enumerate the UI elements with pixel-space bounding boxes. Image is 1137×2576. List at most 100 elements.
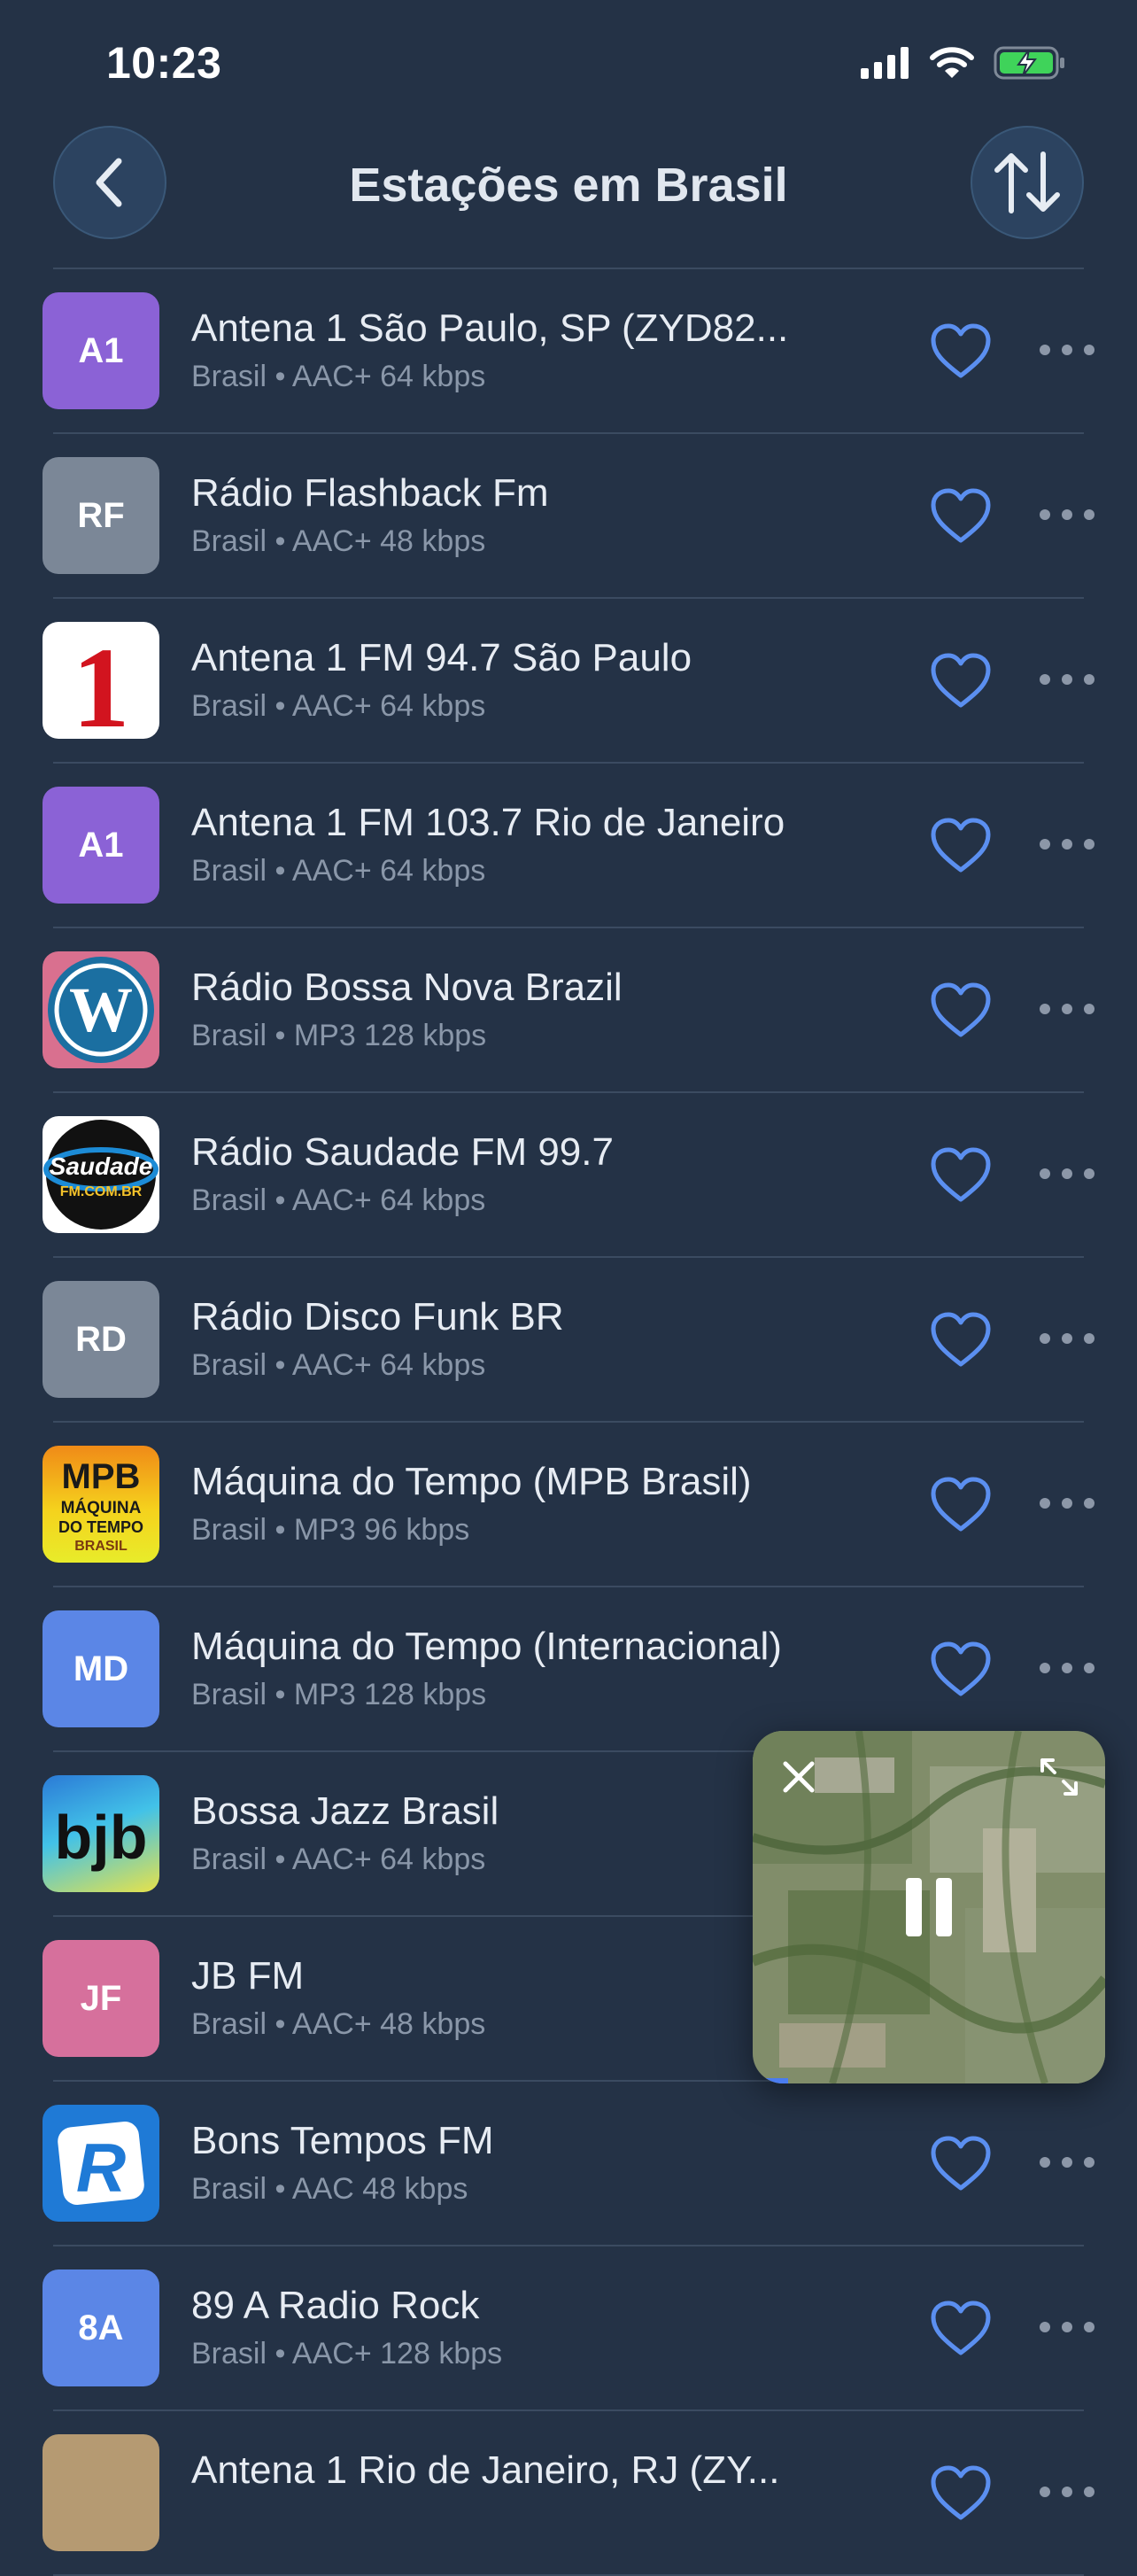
more-options-button[interactable] (1036, 1655, 1098, 1681)
station-logo: RD (43, 1281, 159, 1398)
station-meta: Brasil • AAC+ 64 kbps (191, 854, 486, 888)
pause-icon (906, 1878, 952, 1936)
station-row[interactable]: RD Rádio Disco Funk BR Brasil • AAC+ 64 … (0, 1258, 1137, 1423)
favorite-button[interactable] (930, 982, 992, 1040)
more-options-button[interactable] (1036, 501, 1098, 528)
station-meta: Brasil • AAC+ 64 kbps (191, 360, 486, 393)
logo-initials: RF (77, 495, 125, 535)
sort-button[interactable] (971, 126, 1084, 239)
station-logo: A1 (43, 292, 159, 409)
favorite-button[interactable] (930, 1311, 992, 1369)
ellipsis-icon (1040, 345, 1094, 355)
mini-player-expand-button[interactable] (1031, 1749, 1087, 1805)
station-row[interactable]: RF Rádio Flashback Fm Brasil • AAC+ 48 k… (0, 434, 1137, 599)
station-meta: Brasil • AAC+ 64 kbps (191, 1348, 486, 1382)
ellipsis-icon (1040, 2487, 1094, 2497)
heart-icon (931, 488, 991, 543)
bjb-logo-icon: bjb (55, 1803, 148, 1872)
station-logo: 8A (43, 2270, 159, 2386)
favorite-button[interactable] (930, 2135, 992, 2193)
ellipsis-icon (1040, 1333, 1094, 1344)
more-options-button[interactable] (1036, 2479, 1098, 2505)
wordpress-logo-icon: W (48, 957, 154, 1063)
station-row[interactable]: A1 Antena 1 FM 103.7 Rio de Janeiro Bras… (0, 764, 1137, 928)
station-name: JB FM (191, 1954, 305, 1998)
favorite-button[interactable] (930, 817, 992, 875)
station-row[interactable]: 1 Antena 1 FM 94.7 São Paulo Brasil • AA… (0, 599, 1137, 764)
station-logo: bjb (43, 1775, 159, 1892)
station-row[interactable]: W Rádio Bossa Nova Brazil Brasil • MP3 1… (0, 928, 1137, 1093)
mini-player-close-button[interactable] (770, 1749, 827, 1805)
ellipsis-icon (1040, 1498, 1094, 1509)
station-row[interactable]: MD Máquina do Tempo (Internacional) Bras… (0, 1587, 1137, 1752)
more-options-button[interactable] (1036, 1325, 1098, 1352)
ellipsis-icon (1040, 1004, 1094, 1014)
station-list: A1 Antena 1 São Paulo, SP (ZYD82... Bras… (0, 269, 1137, 2576)
ellipsis-icon (1040, 839, 1094, 850)
svg-text:MÁQUINA: MÁQUINA (61, 1498, 142, 1517)
station-logo: MPB MÁQUINA DO TEMPO BRASIL (43, 1446, 159, 1563)
mini-player-pause-button[interactable] (885, 1863, 973, 1951)
station-row[interactable]: MPB MÁQUINA DO TEMPO BRASIL Máquina do Temp… (0, 1423, 1137, 1587)
heart-icon (931, 2301, 991, 2355)
favorite-button[interactable] (930, 1641, 992, 1699)
station-logo: R (43, 2105, 159, 2222)
station-logo: 1 (43, 622, 159, 739)
more-options-button[interactable] (1036, 996, 1098, 1022)
station-name: Antena 1 Rio de Janeiro, RJ (ZY... (191, 2448, 780, 2492)
heart-icon (931, 1641, 991, 1696)
station-name: Antena 1 São Paulo, SP (ZYD82... (191, 306, 789, 350)
ellipsis-icon (1040, 509, 1094, 520)
station-row[interactable]: R Bons Tempos FM Brasil • AAC 48 kbps (0, 2082, 1137, 2246)
more-options-button[interactable] (1036, 2149, 1098, 2176)
mini-player[interactable] (753, 1731, 1105, 2083)
favorite-button[interactable] (930, 487, 992, 546)
favorite-button[interactable] (930, 322, 992, 381)
station-row[interactable]: Antena 1 Rio de Janeiro, RJ (ZY... (0, 2411, 1137, 2576)
favorite-button[interactable] (930, 2464, 992, 2523)
svg-text:BRASIL: BRASIL (74, 1539, 128, 1554)
station-logo: W (43, 951, 159, 1068)
station-name: Antena 1 FM 103.7 Rio de Janeiro (191, 801, 785, 844)
favorite-button[interactable] (930, 2300, 992, 2358)
sort-arrows-icon (994, 151, 1060, 213)
logo-initials: A1 (78, 825, 124, 865)
logo-initials: RD (75, 1319, 127, 1359)
more-options-button[interactable] (1036, 1490, 1098, 1517)
station-row[interactable]: A1 Antena 1 São Paulo, SP (ZYD82... Bras… (0, 269, 1137, 434)
battery-charging-icon (994, 46, 1064, 80)
station-row[interactable]: 8A 89 A Radio Rock Brasil • AAC+ 128 kbp… (0, 2246, 1137, 2411)
favorite-button[interactable] (930, 1476, 992, 1534)
favorite-button[interactable] (930, 1146, 992, 1205)
r-logo-icon: R (58, 2122, 144, 2207)
page-title: Estações em Brasil (349, 159, 788, 212)
status-bar: 10:23 (0, 0, 1137, 124)
logo-initials: MD (73, 1649, 129, 1688)
favorite-button[interactable] (930, 652, 992, 710)
more-options-button[interactable] (1036, 666, 1098, 693)
more-options-button[interactable] (1036, 337, 1098, 363)
mpb-logo-icon: MPB MÁQUINADO TEMPO BRASIL (58, 1457, 143, 1554)
header: Estações em Brasil (0, 124, 1137, 266)
station-row[interactable]: Saudade FM.COM.BR Rádio Saudade FM 99.7 B… (0, 1093, 1137, 1258)
more-options-button[interactable] (1036, 1160, 1098, 1187)
svg-text:bjb: bjb (55, 1803, 148, 1872)
more-options-button[interactable] (1036, 2314, 1098, 2340)
svg-text:Saudade: Saudade (50, 1152, 153, 1180)
svg-text:R: R (76, 2129, 126, 2207)
station-meta: Brasil • AAC 48 kbps (191, 2172, 468, 2206)
close-icon (783, 1761, 815, 1793)
station-logo: MD (43, 1610, 159, 1727)
more-options-button[interactable] (1036, 831, 1098, 857)
heart-icon (931, 982, 991, 1037)
ellipsis-icon (1040, 674, 1094, 685)
station-logo: RF (43, 457, 159, 574)
station-meta: Brasil • MP3 128 kbps (191, 1678, 487, 1711)
station-meta: Brasil • MP3 96 kbps (191, 1513, 470, 1547)
station-meta: Brasil • AAC+ 128 kbps (191, 2337, 503, 2370)
status-time: 10:23 (106, 38, 222, 88)
ellipsis-icon (1040, 1663, 1094, 1673)
heart-icon (931, 323, 991, 378)
station-logo: JF (43, 1940, 159, 2057)
ellipsis-icon (1040, 2322, 1094, 2332)
